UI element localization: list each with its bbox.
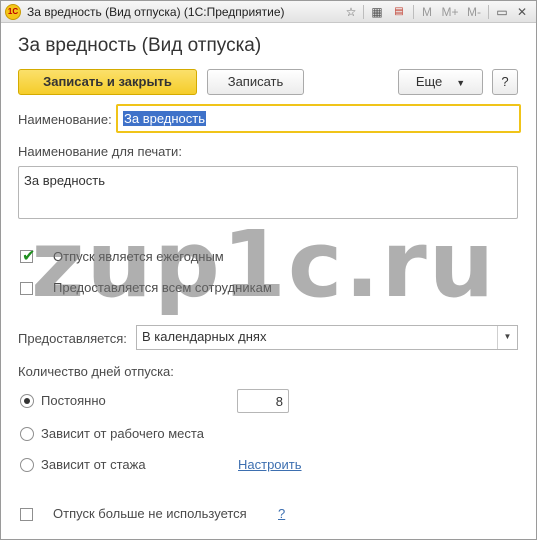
days-count-input[interactable]: 8: [237, 389, 289, 413]
radio-dot: [24, 398, 30, 404]
radio-constant-label: Постоянно: [41, 393, 106, 408]
page-title: За вредность (Вид отпуска): [18, 35, 262, 56]
star-icon[interactable]: ☆: [344, 4, 358, 20]
watermark: zup1c.ru: [31, 211, 497, 318]
chevron-down-icon: ▼: [456, 77, 466, 88]
all-employees-checkbox[interactable]: [20, 282, 33, 295]
radio-seniority-label: Зависит от стажа: [41, 457, 146, 472]
print-name-textarea[interactable]: За вредность: [18, 166, 518, 219]
annual-checkbox[interactable]: ✔: [20, 248, 35, 265]
memory-m-button[interactable]: M: [420, 4, 434, 20]
app-window: 1С За вредность (Вид отпуска) (1С:Предпр…: [0, 0, 537, 540]
unused-label: Отпуск больше не используется: [53, 506, 247, 521]
more-button[interactable]: Еще ▼: [398, 69, 483, 95]
name-input-value: За вредность: [123, 111, 206, 126]
name-label: Наименование:: [18, 112, 112, 127]
save-button[interactable]: Записать: [207, 69, 304, 95]
provision-value: В календарных днях: [142, 329, 267, 344]
calendar-icon[interactable]: ▤: [391, 4, 407, 20]
days-count-value: 8: [275, 394, 283, 409]
days-section-label: Количество дней отпуска:: [18, 364, 174, 379]
memory-m-minus-button[interactable]: M-: [465, 4, 483, 20]
radio-constant[interactable]: [20, 394, 34, 408]
calculator-icon[interactable]: ▦: [369, 4, 385, 20]
checkmark-icon: ✔: [22, 248, 36, 265]
unused-help-link[interactable]: ?: [278, 506, 285, 521]
annual-label: Отпуск является ежегодным: [53, 249, 224, 264]
radio-workplace[interactable]: [20, 427, 34, 441]
separator: [363, 5, 364, 19]
close-icon[interactable]: ✕: [515, 4, 529, 20]
chevron-down-icon[interactable]: ▼: [497, 326, 517, 349]
window-title: За вредность (Вид отпуска) (1С:Предприят…: [27, 5, 285, 19]
configure-link[interactable]: Настроить: [238, 457, 302, 472]
name-input[interactable]: За вредность: [116, 104, 521, 133]
unused-checkbox[interactable]: [20, 508, 33, 521]
save-and-close-button[interactable]: Записать и закрыть: [18, 69, 197, 95]
provision-label: Предоставляется:: [18, 331, 127, 346]
radio-workplace-label: Зависит от рабочего места: [41, 426, 204, 441]
memory-m-plus-button[interactable]: M+: [440, 4, 460, 20]
radio-seniority[interactable]: [20, 458, 34, 472]
help-button[interactable]: ?: [492, 69, 518, 95]
all-employees-label: Предоставляется всем сотрудникам: [53, 280, 272, 295]
print-name-value: За вредность: [24, 173, 105, 188]
app-logo-icon: 1С: [5, 4, 21, 20]
minimize-icon[interactable]: ▭: [495, 4, 509, 20]
provision-select[interactable]: В календарных днях ▼: [136, 325, 518, 350]
separator: [413, 5, 414, 19]
print-name-label: Наименование для печати:: [18, 144, 182, 159]
more-button-label: Еще: [415, 74, 443, 89]
title-bar: 1С За вредность (Вид отпуска) (1С:Предпр…: [1, 1, 536, 23]
separator: [488, 5, 489, 19]
